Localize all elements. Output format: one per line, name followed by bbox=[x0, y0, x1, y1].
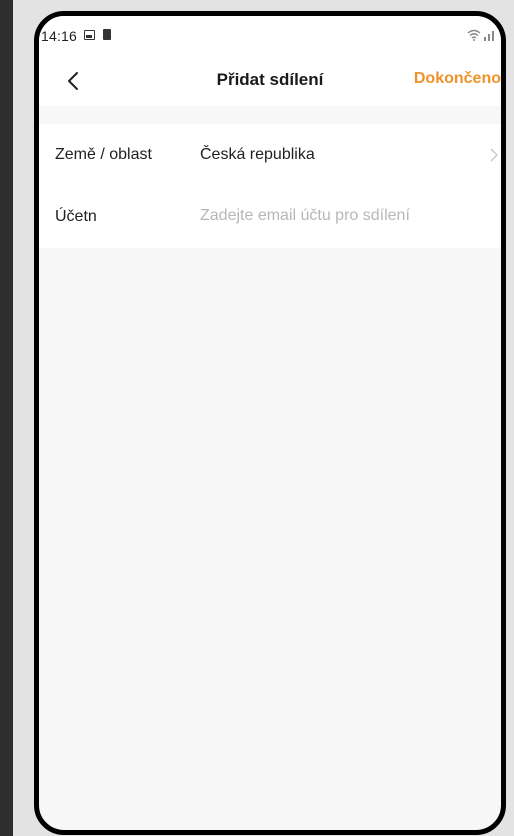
account-email-input[interactable] bbox=[200, 202, 500, 230]
share-form: Země / oblast Česká republika Účetn bbox=[39, 124, 501, 248]
account-label: Účetn bbox=[55, 208, 97, 225]
gallery-icon bbox=[84, 30, 95, 40]
navigation-bar: Přidat sdílení Dokončeno bbox=[39, 56, 501, 106]
region-row[interactable]: Země / oblast Česká republika bbox=[39, 124, 501, 186]
region-value: Česká republika bbox=[200, 146, 315, 163]
signal-icon bbox=[484, 31, 494, 41]
chevron-right-icon bbox=[490, 148, 498, 162]
wifi-icon bbox=[467, 29, 481, 41]
status-icons bbox=[467, 28, 497, 42]
battery-icon bbox=[103, 29, 111, 40]
screen-edge bbox=[0, 0, 13, 836]
done-button[interactable]: Dokončeno bbox=[414, 70, 501, 88]
account-row: Účetn bbox=[39, 186, 501, 248]
status-time: 14:16 bbox=[41, 28, 78, 44]
region-label: Země / oblast bbox=[55, 146, 152, 163]
status-bar: 14:16 bbox=[39, 16, 501, 56]
phone-screen: 14:16 Přidat sdílení Dokončeno Země / ob… bbox=[34, 11, 506, 835]
